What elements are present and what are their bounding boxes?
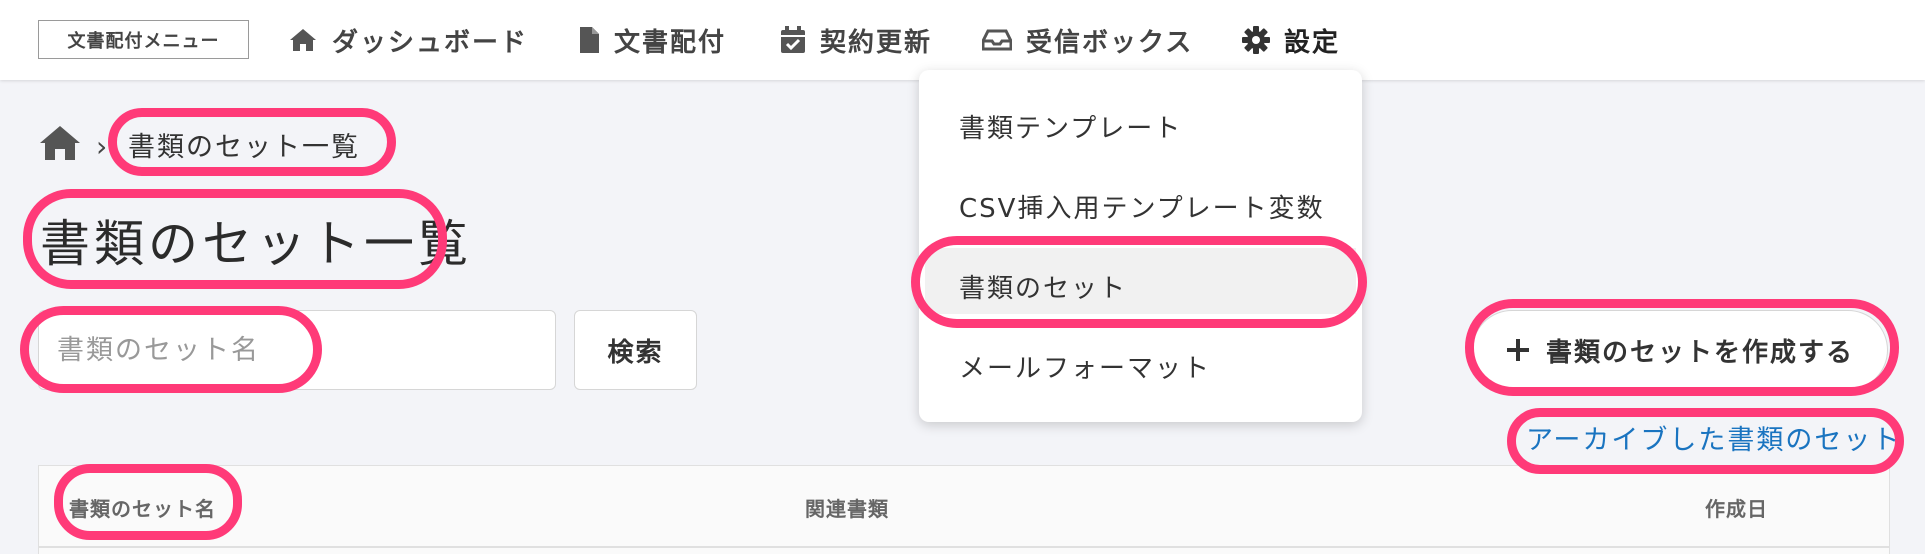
document-set-table: 書類のセット名 関連書類 作成日 bbox=[38, 465, 1890, 554]
breadcrumb-current: 書類のセット一覧 bbox=[128, 132, 360, 163]
breadcrumb-separator: › bbox=[96, 130, 108, 163]
calendar-check-icon bbox=[781, 26, 805, 53]
page-title: 書類のセット一覧 bbox=[40, 215, 472, 273]
menu-label: 文書配付メニュー bbox=[38, 20, 249, 59]
breadcrumb-home-icon[interactable] bbox=[38, 124, 82, 162]
nav-settings[interactable]: 設定 bbox=[1242, 20, 1340, 60]
create-document-set-label: 書類のセットを作成する bbox=[1545, 337, 1854, 368]
search-button[interactable]: 検索 bbox=[574, 310, 697, 390]
nav-dashboard-label: ダッシュボード bbox=[332, 27, 529, 58]
column-header-name[interactable]: 書類のセット名 bbox=[69, 493, 216, 522]
archived-document-sets-link[interactable]: アーカイブした書類のセット bbox=[1526, 418, 1901, 457]
dropdown-item-document-templates[interactable]: 書類テンプレート bbox=[959, 108, 1182, 145]
create-document-set-button[interactable]: 書類のセットを作成する bbox=[1472, 310, 1888, 390]
nav-inbox-label: 受信ボックス bbox=[1026, 27, 1194, 58]
inbox-icon bbox=[982, 29, 1012, 51]
document-icon bbox=[580, 27, 599, 53]
dropdown-item-csv-template-variables[interactable]: CSV挿入用テンプレート変数 bbox=[959, 188, 1325, 225]
column-header-related-documents[interactable]: 関連書類 bbox=[805, 493, 889, 522]
dropdown-item-mail-format[interactable]: メールフォーマット bbox=[959, 348, 1211, 385]
nav-document-distribution[interactable]: 文書配付 bbox=[578, 20, 726, 60]
dropdown-item-document-sets[interactable]: 書類のセット bbox=[959, 268, 1127, 305]
plus-icon bbox=[1506, 339, 1529, 361]
settings-dropdown-menu: 書類テンプレート CSV挿入用テンプレート変数 書類のセット メールフォーマット bbox=[919, 70, 1362, 422]
nav-contract-renewal[interactable]: 契約更新 bbox=[780, 20, 932, 60]
nav-document-distribution-label: 文書配付 bbox=[614, 27, 727, 58]
top-nav-bar: 文書配付メニュー ダッシュボード 文書配付 契約更新 受信ボックス 設定 bbox=[0, 0, 1925, 80]
nav-inbox[interactable]: 受信ボックス bbox=[982, 20, 1193, 60]
column-header-created-date[interactable]: 作成日 bbox=[1705, 493, 1768, 522]
nav-contract-renewal-label: 契約更新 bbox=[820, 27, 933, 58]
home-icon bbox=[290, 29, 316, 51]
nav-dashboard[interactable]: ダッシュボード bbox=[288, 20, 528, 60]
nav-settings-label: 設定 bbox=[1284, 27, 1341, 58]
table-header-divider bbox=[39, 546, 1889, 548]
gear-icon bbox=[1242, 26, 1270, 54]
search-input[interactable] bbox=[38, 310, 556, 390]
